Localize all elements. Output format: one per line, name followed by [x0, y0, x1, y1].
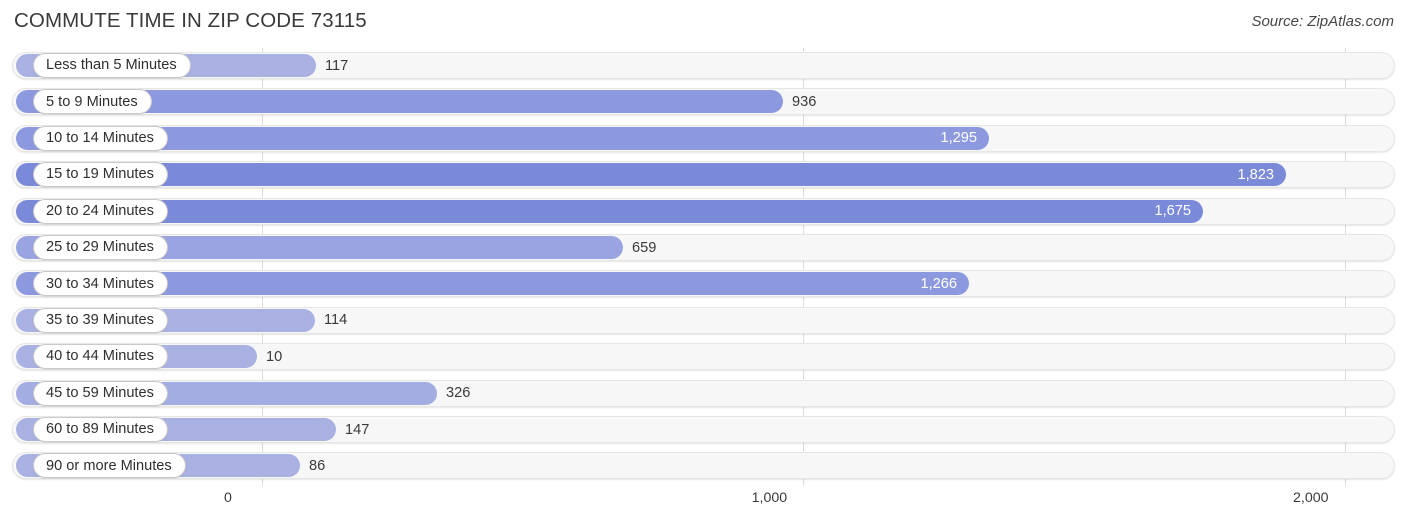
bar-category-label: 5 to 9 Minutes — [46, 93, 138, 110]
bar-category-label: 60 to 89 Minutes — [46, 421, 154, 438]
bar-row[interactable]: 30 to 34 Minutes 1,266 — [12, 270, 1395, 298]
bar-row[interactable]: 60 to 89 Minutes 147 — [12, 416, 1395, 443]
bar-category-pill: 20 to 24 Minutes — [33, 198, 168, 224]
bar-value-label: 1,266 — [920, 275, 957, 292]
chart-plot-area: Less than 5 Minutes 117 5 to 9 Minutes 936 1… — [0, 46, 1406, 486]
bar-category-label: 45 to 59 Minutes — [46, 384, 154, 401]
bar-rows: Less than 5 Minutes 117 5 to 9 Minutes 936 1… — [0, 46, 1406, 486]
bar-category-pill: Less than 5 Minutes — [33, 53, 191, 78]
bar-row[interactable]: 25 to 29 Minutes 659 — [12, 234, 1395, 261]
bar-row[interactable]: 40 to 44 Minutes 10 — [12, 343, 1395, 371]
bar-value-label: 326 — [446, 385, 471, 402]
bar-row[interactable]: 90 or more Minutes 86 — [12, 452, 1395, 480]
bar-row[interactable]: 45 to 59 Minutes 326 — [12, 379, 1395, 407]
bar-category-label: 40 to 44 Minutes — [46, 348, 154, 365]
x-axis-tick-label: 1,000 — [751, 490, 788, 506]
bar-category-pill: 40 to 44 Minutes — [33, 344, 168, 370]
bar-value-label: 86 — [309, 457, 326, 474]
bar-category-pill: 90 or more Minutes — [33, 453, 186, 479]
bar-row[interactable]: 35 to 39 Minutes 114 — [12, 306, 1395, 334]
bar-category-pill: 60 to 89 Minutes — [33, 417, 168, 442]
bar-value-label: 10 — [266, 348, 283, 365]
bar-value-label: 659 — [632, 239, 657, 256]
bar[interactable] — [16, 199, 1203, 223]
x-axis-tick-label: 0 — [224, 490, 232, 506]
bar-row[interactable]: 20 to 24 Minutes 1,675 — [12, 197, 1395, 225]
page-title: COMMUTE TIME IN ZIP CODE 73115 — [14, 9, 367, 32]
bar-category-label: Less than 5 Minutes — [46, 57, 177, 74]
bar-row[interactable]: 15 to 19 Minutes 1,823 — [12, 161, 1395, 189]
chart-header: COMMUTE TIME IN ZIP CODE 73115 Source: Z… — [0, 0, 1406, 44]
bar-category-pill: 45 to 59 Minutes — [33, 380, 168, 406]
bar-row[interactable]: 10 to 14 Minutes 1,295 — [12, 124, 1395, 152]
bar-category-pill: 5 to 9 Minutes — [33, 89, 152, 115]
bar-value-label: 147 — [345, 421, 370, 438]
bar-row[interactable]: Less than 5 Minutes 117 — [12, 52, 1395, 79]
bar-category-label: 90 or more Minutes — [46, 457, 172, 474]
bar-value-label: 1,675 — [1154, 203, 1191, 220]
bar-value-label: 1,295 — [940, 130, 977, 147]
bar-category-pill: 10 to 14 Minutes — [33, 125, 168, 151]
bar-value-label: 117 — [325, 57, 349, 74]
bar-category-label: 35 to 39 Minutes — [46, 312, 154, 328]
bar-category-label: 30 to 34 Minutes — [46, 275, 154, 292]
bar-category-pill: 15 to 19 Minutes — [33, 162, 168, 188]
bar-category-label: 25 to 29 Minutes — [46, 239, 154, 256]
bar-row[interactable]: 5 to 9 Minutes 936 — [12, 88, 1395, 116]
bar-category-label: 10 to 14 Minutes — [46, 130, 154, 146]
bar-category-label: 20 to 24 Minutes — [46, 202, 154, 219]
x-axis-tick-label: 2,000 — [1293, 490, 1329, 506]
bar-category-pill: 35 to 39 Minutes — [33, 307, 168, 333]
bar-value-label: 114 — [324, 312, 348, 329]
x-axis: 0 1,000 2,000 — [0, 486, 1406, 522]
bar-value-label: 1,823 — [1237, 166, 1274, 183]
bar-value-label: 936 — [792, 93, 817, 110]
bar-category-pill: 30 to 34 Minutes — [33, 271, 168, 297]
bar-category-pill: 25 to 29 Minutes — [33, 235, 168, 260]
source-attribution: Source: ZipAtlas.com — [1251, 13, 1394, 30]
bar-category-label: 15 to 19 Minutes — [46, 166, 154, 183]
bar[interactable] — [16, 163, 1286, 187]
